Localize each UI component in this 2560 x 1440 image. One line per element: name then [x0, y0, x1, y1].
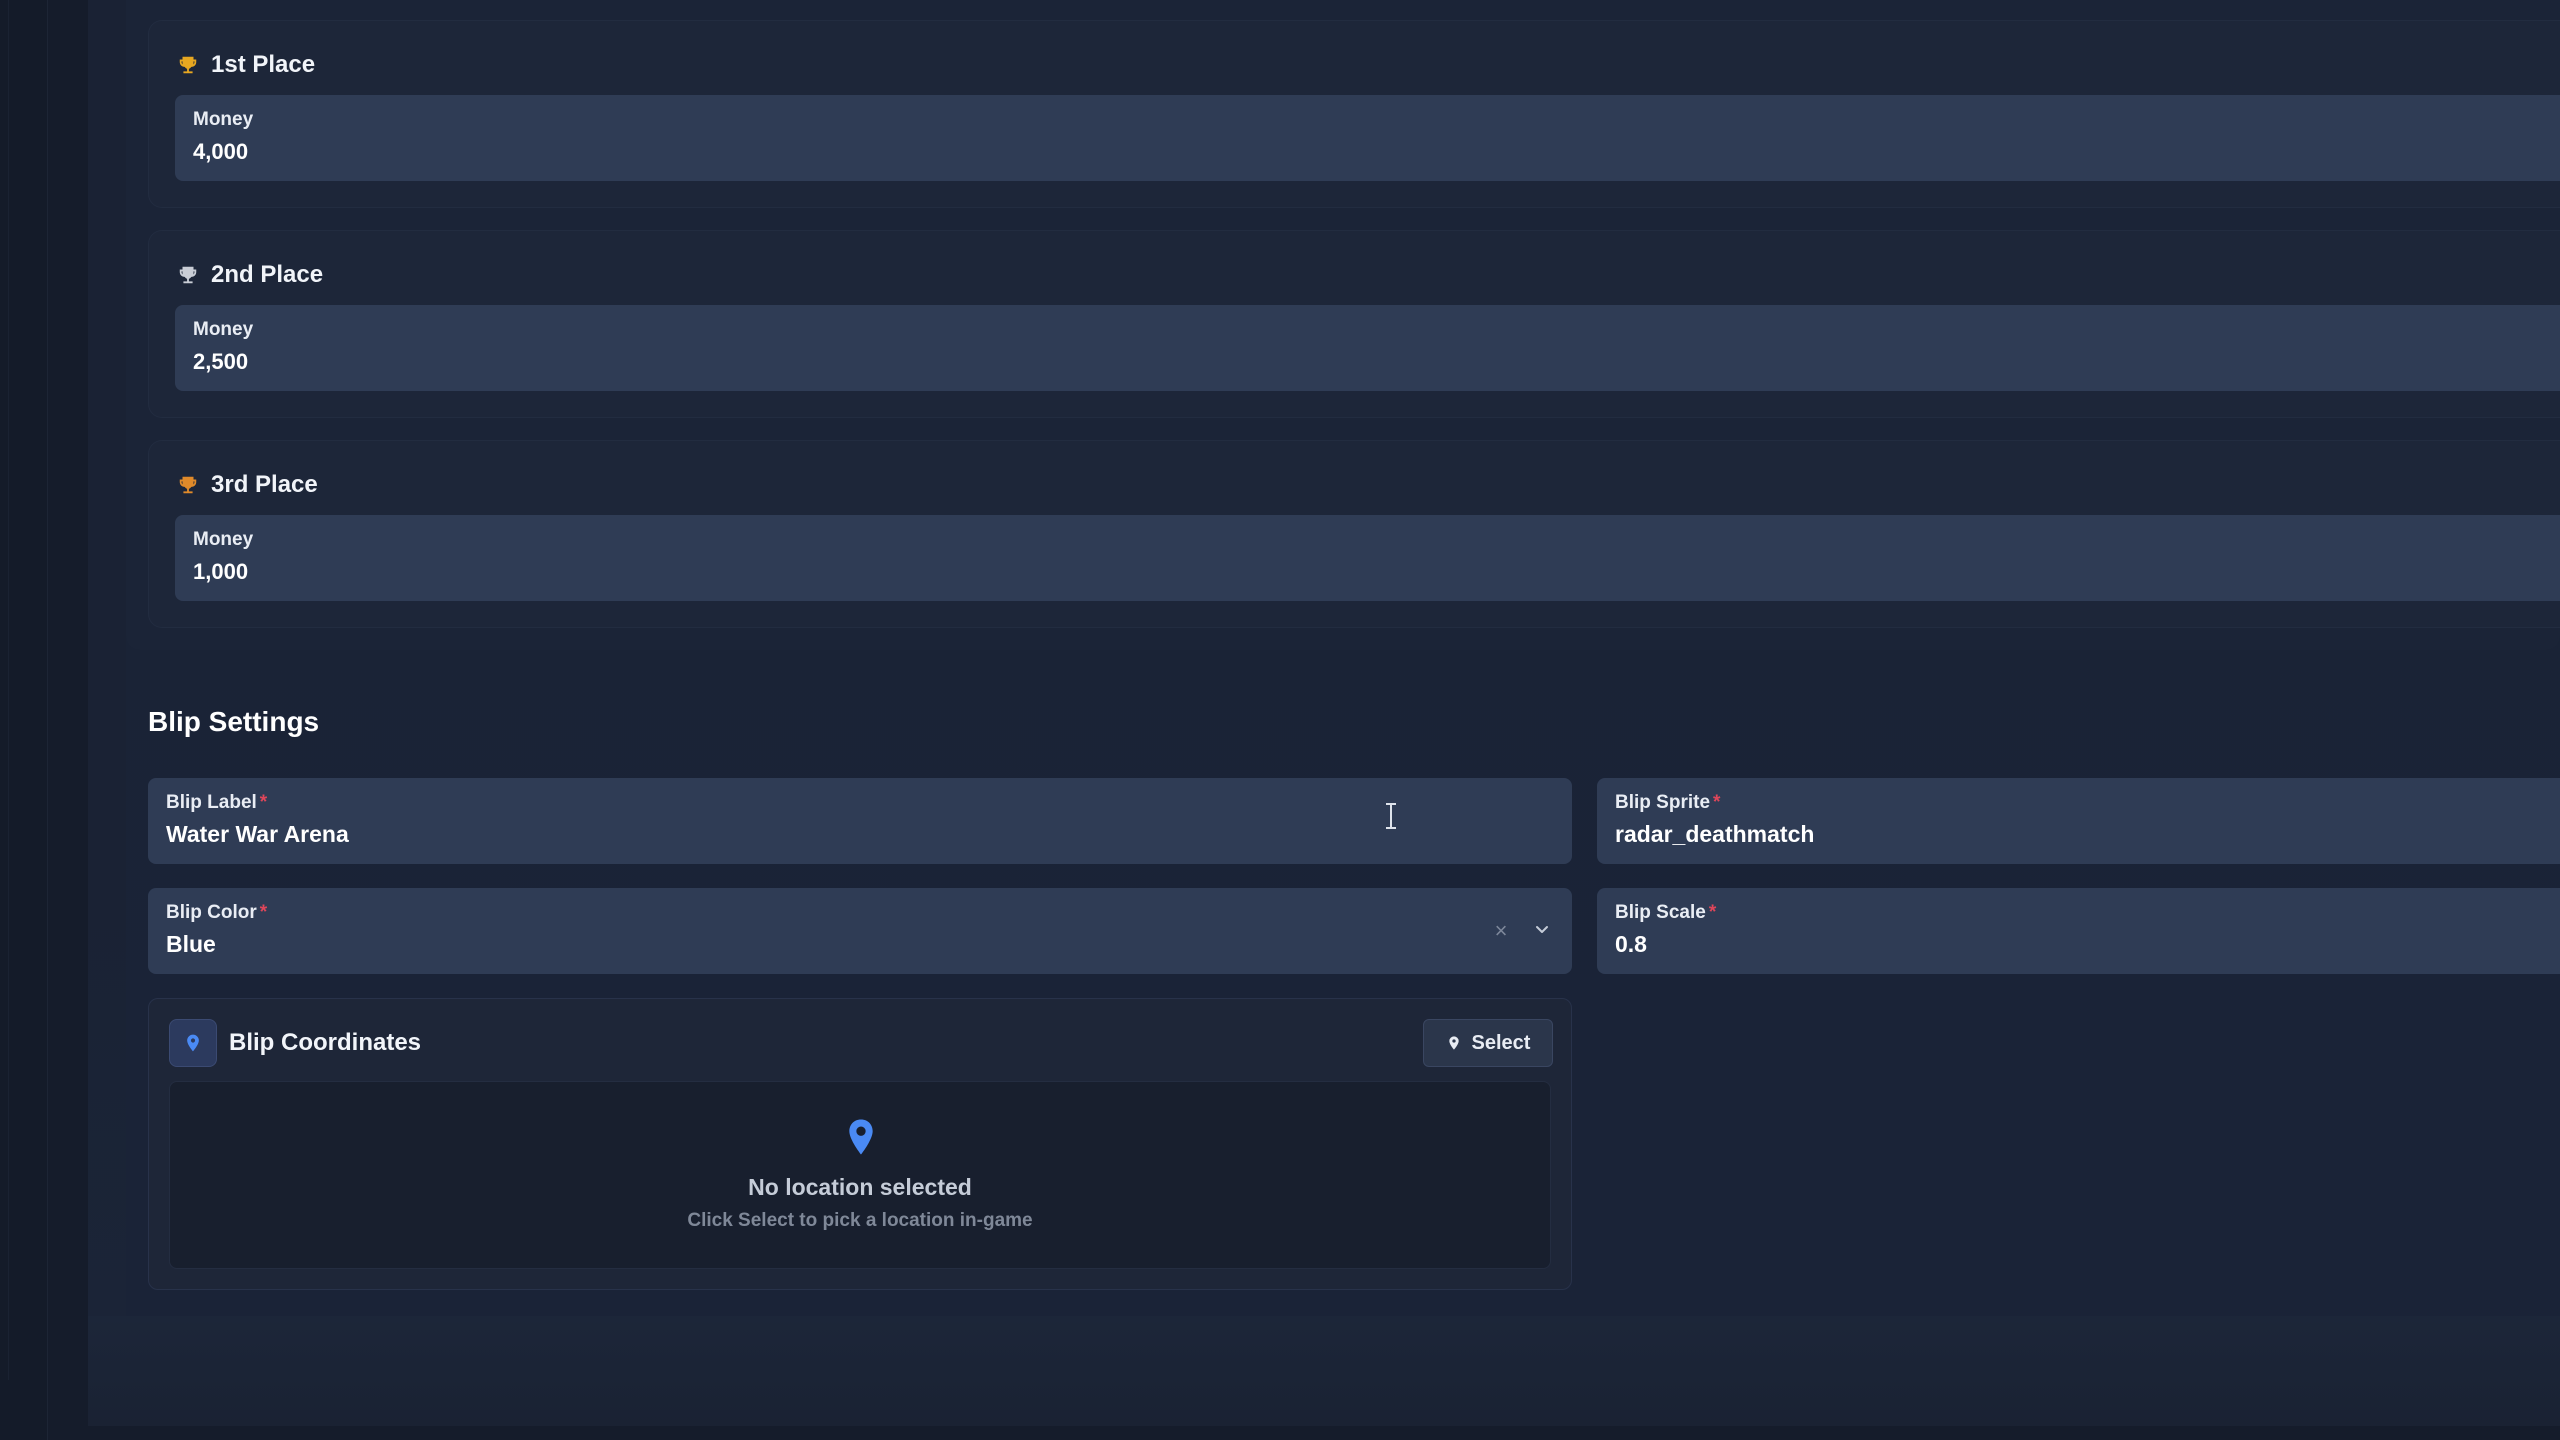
blip-coordinates-card: Blip Coordinates Select No location sele…: [148, 998, 1572, 1290]
select-location-button[interactable]: Select: [1423, 1019, 1553, 1067]
required-marker: *: [1708, 902, 1717, 923]
empty-state-subtitle: Click Select to pick a location in-game: [687, 1210, 1033, 1231]
left-rail: [0, 0, 48, 1440]
money-field[interactable]: Money 1,000: [175, 515, 2560, 601]
reward-heading: 2nd Place: [177, 261, 323, 289]
map-pin-icon: [169, 1019, 217, 1067]
field-label: Blip Label *: [166, 792, 268, 813]
field-label: Blip Sprite *: [1615, 792, 1721, 813]
money-label: Money: [193, 319, 254, 340]
required-marker: *: [1713, 792, 1721, 813]
map-pin-icon: [1448, 1036, 1459, 1050]
field-value: 0.8: [1615, 931, 1647, 957]
section-title-blip-settings: Blip Settings: [148, 706, 320, 737]
money-label: Money: [193, 529, 254, 550]
field-value: Water War Arena: [166, 821, 349, 847]
money-value: 4,000: [193, 139, 249, 164]
money-field[interactable]: Money 2,500: [175, 305, 2560, 391]
field-value: radar_deathmatch: [1615, 821, 1815, 847]
money-value: 2,500: [193, 349, 249, 374]
blip-label-input[interactable]: Blip Label * Water War Arena: [148, 778, 1572, 864]
money-value: 1,000: [193, 559, 249, 584]
field-label: Blip Color *: [166, 902, 268, 923]
reward-heading: 3rd Place: [177, 471, 318, 499]
blip-sprite-input[interactable]: Blip Sprite * radar_deathmatch: [1597, 778, 2560, 864]
text-cursor-icon: [1384, 802, 1398, 830]
field-label: Blip Scale *: [1615, 902, 1717, 923]
coordinates-title: Blip Coordinates: [229, 1029, 422, 1056]
empty-state-title: No location selected: [748, 1174, 972, 1200]
trophy-icon: [177, 263, 199, 287]
clear-icon[interactable]: ×: [1492, 920, 1510, 942]
chevron-down-icon[interactable]: [1532, 919, 1552, 939]
reward-place-label: 1st Place: [211, 51, 316, 78]
select-button-label: Select: [1471, 1031, 1531, 1054]
reward-card-2nd: 2nd Place Money 2,500: [148, 230, 2560, 418]
reward-heading: 1st Place: [177, 51, 315, 79]
blip-scale-input[interactable]: Blip Scale * 0.8: [1597, 888, 2560, 974]
field-value: Blue: [166, 931, 216, 957]
reward-card-1st: 1st Place Money 4,000: [148, 20, 2560, 208]
reward-place-label: 2nd Place: [211, 261, 324, 288]
reward-card-3rd: 3rd Place Money 1,000: [148, 440, 2560, 628]
required-marker: *: [259, 902, 268, 923]
money-field[interactable]: Money 4,000: [175, 95, 2560, 181]
empty-location-state: No location selected Click Select to pic…: [169, 1081, 1551, 1269]
panel-footer: [88, 1316, 2560, 1426]
blip-color-select[interactable]: Blip Color * Blue ×: [148, 888, 1572, 974]
location-pin-icon: [847, 1118, 875, 1156]
reward-place-label: 3rd Place: [211, 471, 318, 498]
trophy-icon: [177, 473, 199, 497]
money-label: Money: [193, 109, 254, 130]
trophy-icon: [177, 53, 199, 77]
required-marker: *: [259, 792, 268, 813]
